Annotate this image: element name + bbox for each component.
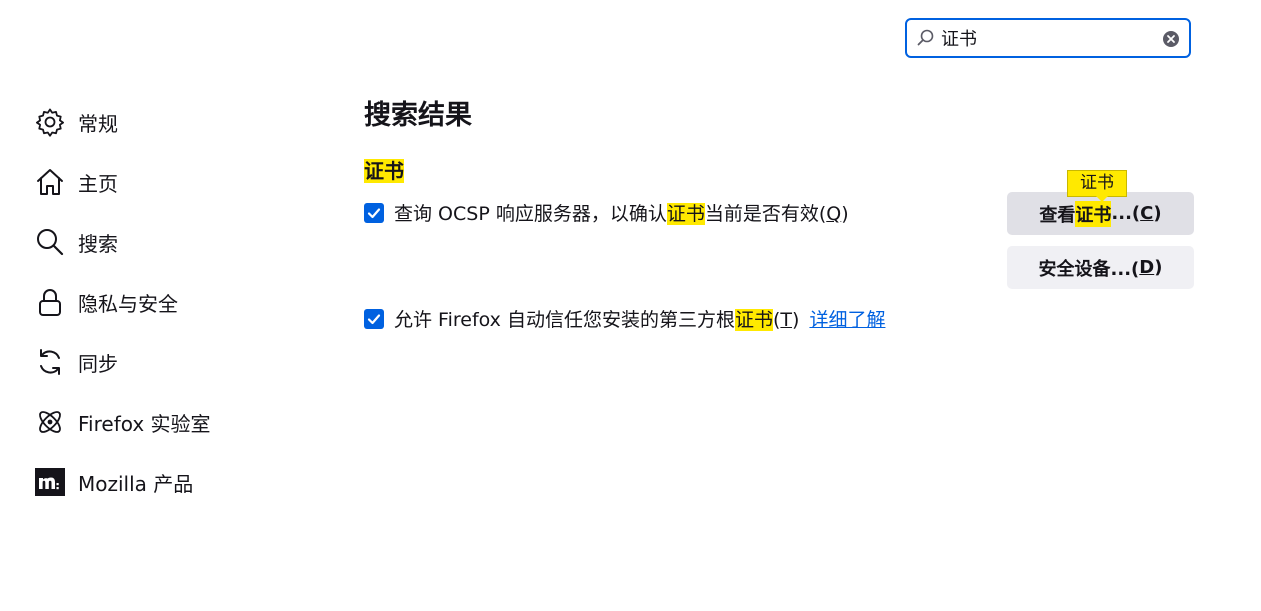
enterprise-roots-row: 允许 Firefox 自动信任您安装的第三方根证书(T) 详细了解 <box>364 305 885 332</box>
clear-icon[interactable] <box>1163 31 1179 47</box>
sidebar-item-label: 搜索 <box>78 231 118 256</box>
search-input[interactable] <box>941 27 1151 49</box>
accesskey: D <box>1139 257 1155 278</box>
lock-icon <box>34 286 66 318</box>
sidebar-item-label: 主页 <box>78 171 118 196</box>
accesskey: C <box>1140 203 1154 224</box>
accesskey: T <box>780 309 793 331</box>
sidebar-item-labs[interactable]: Firefox 实验室 <box>34 392 294 452</box>
page-title: 搜索结果 <box>364 100 472 131</box>
sidebar-item-mozilla-products[interactable]: Mozilla 产品 <box>34 452 294 512</box>
sidebar-item-privacy[interactable]: 隐私与安全 <box>34 272 294 332</box>
sidebar-item-label: 常规 <box>78 111 118 136</box>
search-highlight: 证书 <box>364 159 404 183</box>
security-devices-button[interactable]: 安全设备...(D) <box>1007 246 1194 289</box>
search-highlight: 证书 <box>734 309 773 331</box>
preferences-page: 常规 主页 搜索 <box>0 0 1261 611</box>
sidebar: 常规 主页 搜索 隐私与安全 同步 Firefox 实验室 Mozilla 产品 <box>34 92 294 512</box>
search-highlight: 证书 <box>666 203 705 225</box>
sidebar-item-label: 同步 <box>78 351 118 376</box>
enterprise-roots-label[interactable]: 允许 Firefox 自动信任您安装的第三方根证书(T) <box>394 305 799 332</box>
search-highlight: 证书 <box>1075 200 1112 227</box>
learn-more-link[interactable]: 详细了解 <box>809 305 885 332</box>
sidebar-item-general[interactable]: 常规 <box>34 92 294 152</box>
sidebar-item-sync[interactable]: 同步 <box>34 332 294 392</box>
accesskey: Q <box>826 203 842 225</box>
search-tooltip: 证书 <box>1067 170 1127 202</box>
search-box[interactable] <box>905 18 1191 58</box>
home-icon <box>34 166 66 198</box>
sidebar-item-label: 隐私与安全 <box>78 291 178 316</box>
ocsp-label[interactable]: 查询 OCSP 响应服务器，以确认证书当前是否有效(Q) <box>394 199 849 226</box>
ocsp-row: 查询 OCSP 响应服务器，以确认证书当前是否有效(Q) <box>364 199 849 226</box>
labs-atom-icon <box>34 406 66 438</box>
sidebar-item-home[interactable]: 主页 <box>34 152 294 212</box>
sidebar-item-search[interactable]: 搜索 <box>34 212 294 272</box>
sidebar-item-label: Mozilla 产品 <box>78 471 194 496</box>
gear-icon <box>34 106 66 138</box>
enterprise-roots-checkbox[interactable] <box>364 308 384 329</box>
sidebar-item-label: Firefox 实验室 <box>78 411 211 436</box>
search-icon <box>34 226 66 258</box>
main-content: 搜索结果 <box>364 96 472 136</box>
section-heading: 证书 <box>364 155 404 184</box>
search-icon <box>917 29 935 47</box>
sync-icon <box>34 346 66 378</box>
mozilla-logo-icon <box>34 466 66 498</box>
ocsp-checkbox[interactable] <box>364 202 384 223</box>
